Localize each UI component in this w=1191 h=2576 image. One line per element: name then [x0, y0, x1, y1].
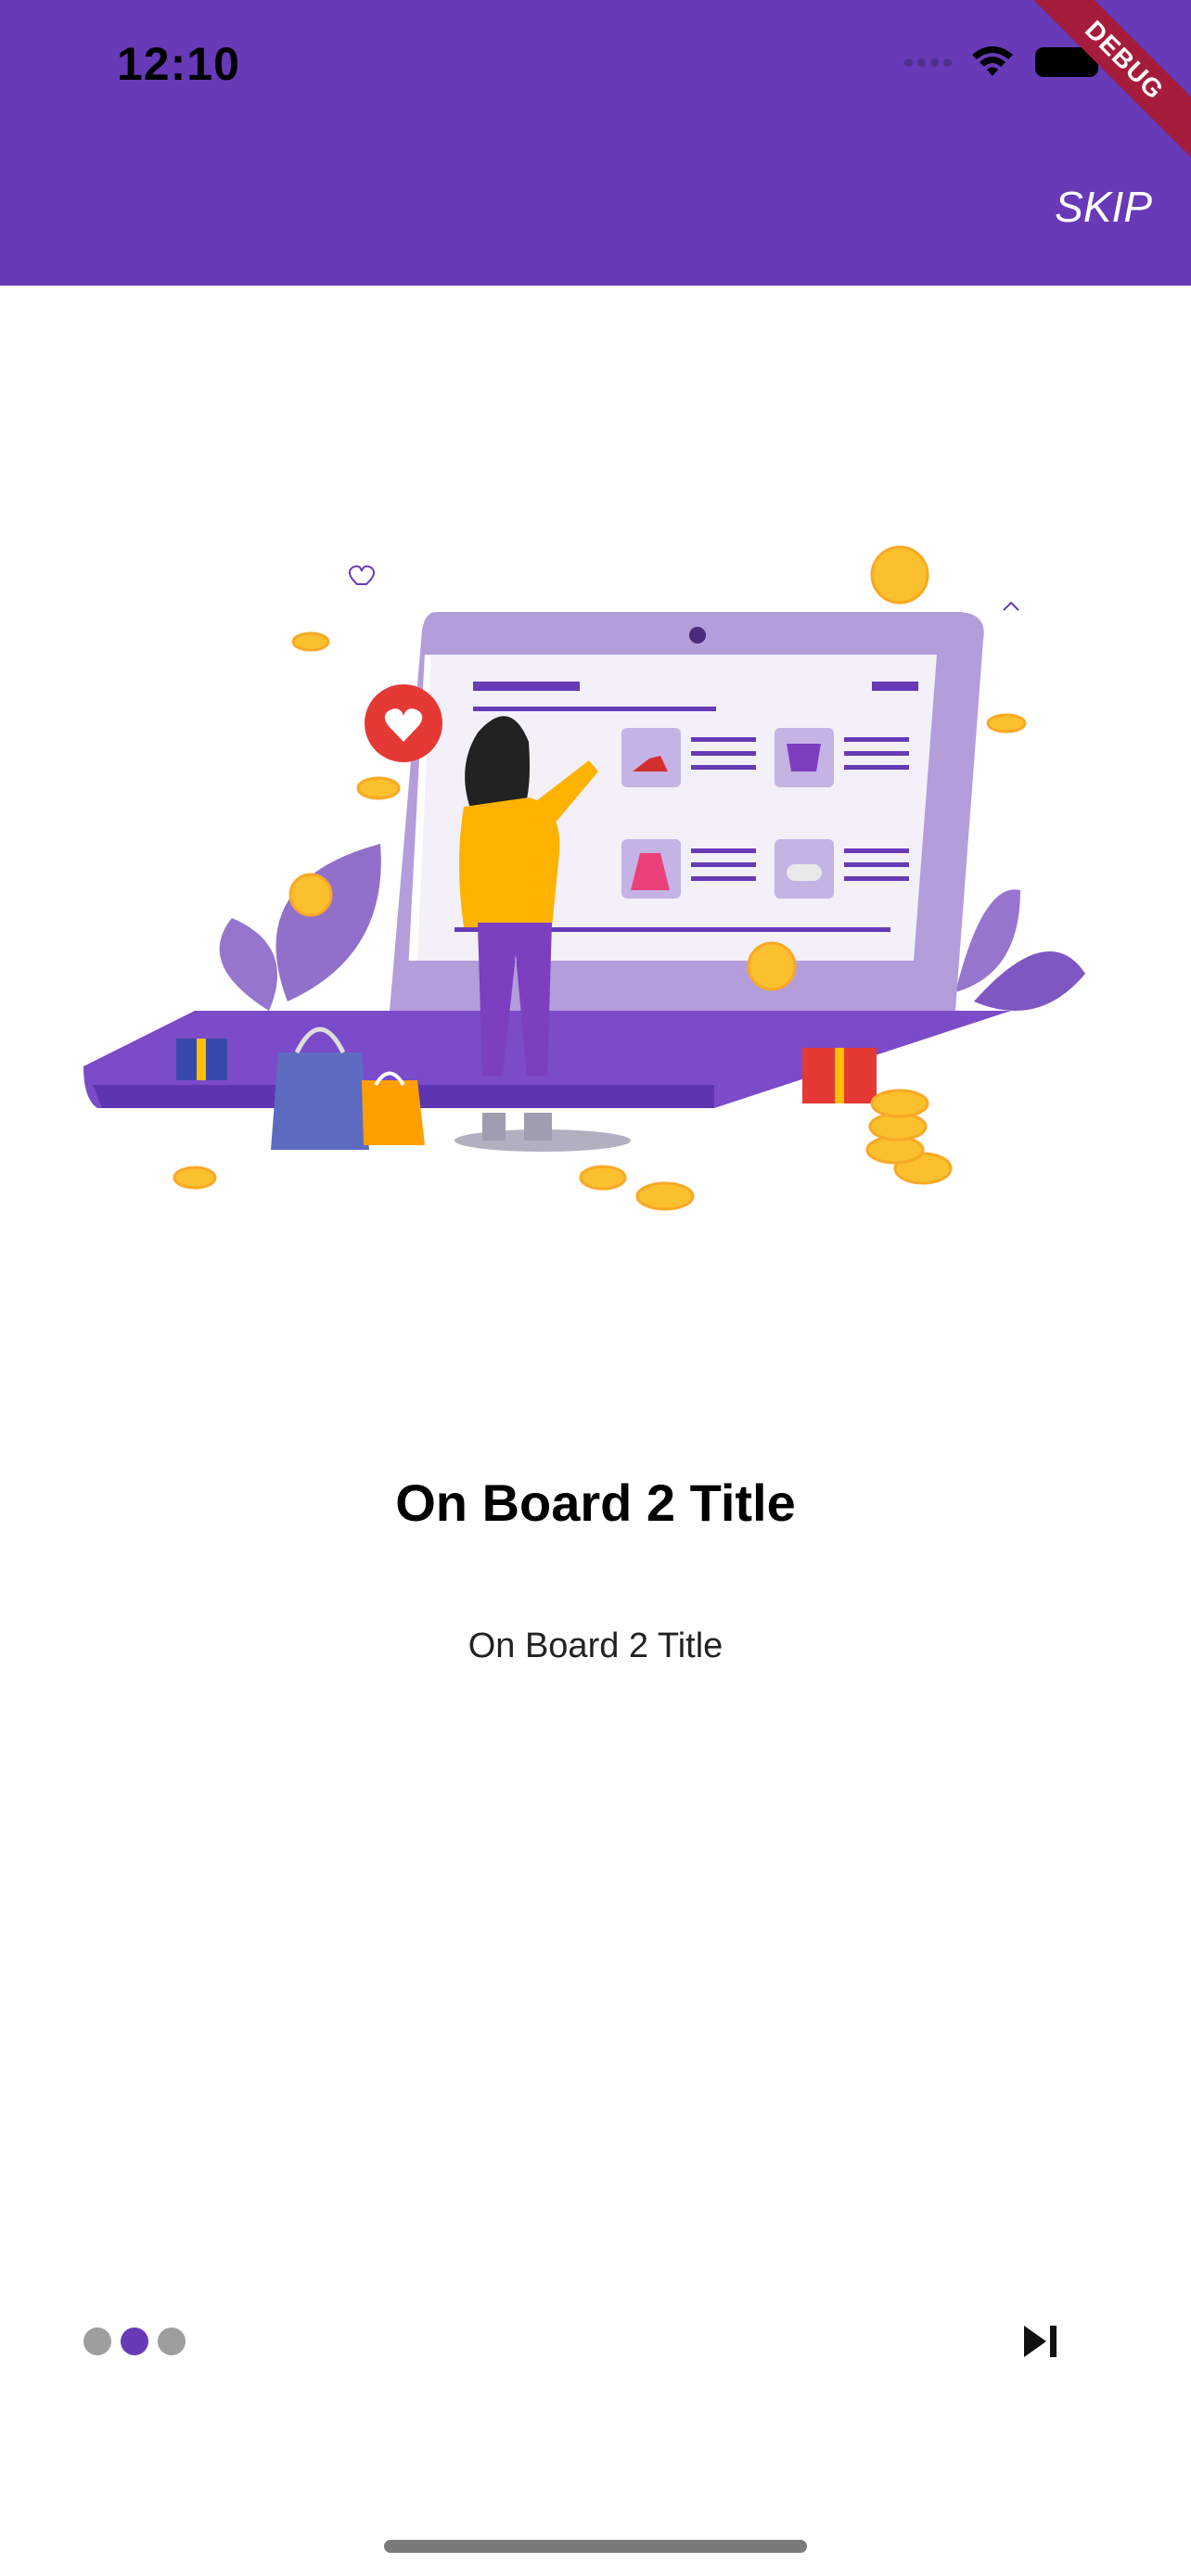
page-dot-3[interactable] — [158, 2327, 186, 2355]
home-indicator[interactable] — [384, 2540, 807, 2553]
page-dot-2-active[interactable] — [121, 2327, 148, 2355]
page-indicator — [83, 2327, 186, 2355]
debug-banner-label: DEBUG — [1024, 0, 1191, 161]
skip-button[interactable]: SKIP — [1055, 182, 1152, 232]
app-bar: 12:10 SKIP — [0, 0, 1191, 286]
debug-banner: DEBUG — [1024, 0, 1191, 167]
cellular-signal-icon — [904, 57, 952, 67]
status-time: 12:10 — [117, 38, 240, 90]
page-dot-1[interactable] — [83, 2327, 111, 2355]
onboarding-title: On Board 2 Title — [395, 1473, 796, 1532]
wifi-icon — [972, 46, 1013, 76]
onboarding-subtitle: On Board 2 Title — [467, 1626, 724, 1665]
online-shopping-illustration — [83, 545, 1085, 1211]
skip-next-icon[interactable] — [1018, 2318, 1065, 2365]
